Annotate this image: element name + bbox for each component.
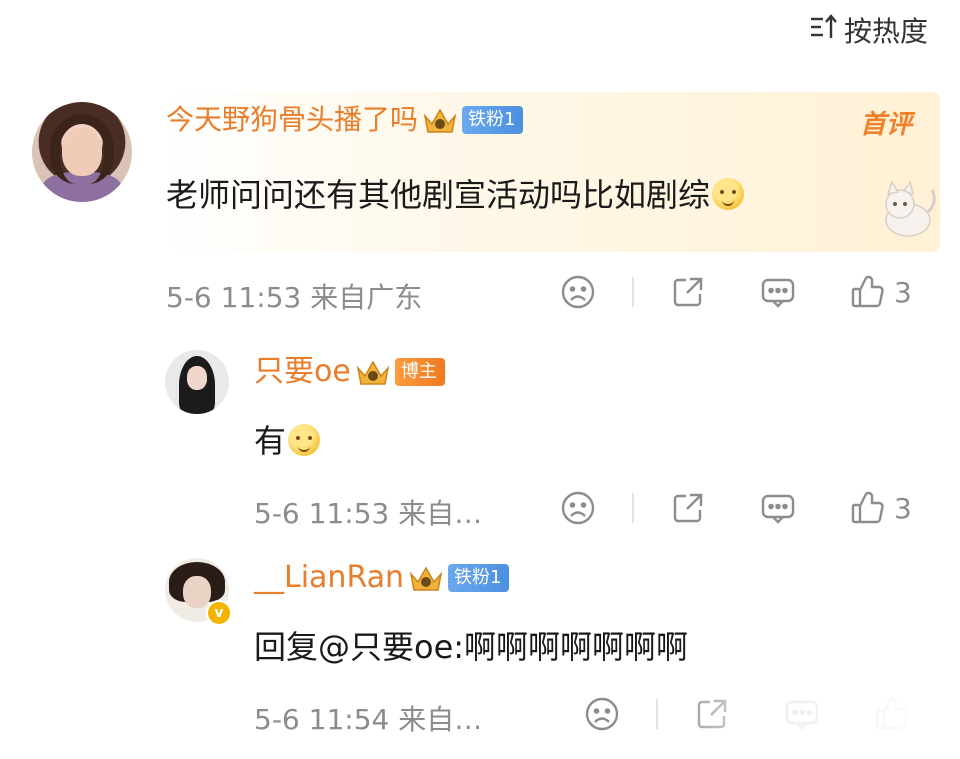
sad-face-icon[interactable] [560,490,596,526]
sort-by-hot-button[interactable]: 按热度 [808,10,928,50]
like-button[interactable]: 3 [850,274,912,310]
comment-header: 今天野狗骨头播了吗 铁粉1 [166,104,524,136]
first-comment-tag: 首评 [859,110,912,140]
comment-icon[interactable] [760,274,796,310]
reply-meta: 5-6 11:54 来自… [254,698,482,738]
crown-icon [422,106,458,134]
watermark-overlay [660,679,960,759]
reply-location: 来自… [398,703,483,736]
emoji-icon [288,424,321,456]
reply-meta: 5-6 11:53 来自… [254,492,482,532]
comment-text-row: 老师问问还有其他剧宣活动吗比如剧综 [166,170,745,216]
reply-text-row: 有 [254,416,321,462]
divider [632,493,634,523]
like-icon [850,274,886,310]
username[interactable]: 只要oe [254,356,351,388]
reply-text: 回复@只要oe:啊啊啊啊啊啊啊 [254,628,689,666]
emoji-icon [712,178,745,210]
fan-badge[interactable]: 铁粉1 [462,106,524,134]
username[interactable]: __LianRan [254,562,404,594]
like-count: 3 [894,275,912,309]
sort-label: 按热度 [843,15,928,48]
divider [632,277,634,307]
like-button[interactable]: 3 [850,490,912,526]
crown-icon [408,564,444,592]
crown-icon [355,358,391,386]
like-icon [850,490,886,526]
reply-time: 5-6 11:54 [254,703,390,736]
comment-meta: 5-6 11:53 来自广东 [166,276,422,316]
comment-icon[interactable] [760,490,796,526]
cat-sticker-icon [885,180,936,237]
username[interactable]: 今天野狗骨头播了吗 [166,104,418,136]
comment-location: 来自广东 [310,281,423,314]
like-count: 3 [894,491,912,525]
sad-face-icon[interactable] [584,696,620,732]
comment-text: 老师问问还有其他剧宣活动吗比如剧综 [166,176,711,214]
share-icon[interactable] [670,274,706,310]
share-icon[interactable] [670,490,706,526]
reply-header: __LianRan 铁粉1 [254,562,510,594]
fan-badge[interactable]: 铁粉1 [448,564,510,592]
reply-location: 来自… [398,497,483,530]
sad-face-icon[interactable] [560,274,596,310]
divider [656,699,658,729]
avatar[interactable] [32,102,132,202]
reply-text: 有 [254,422,287,460]
comment-actions: 3 [560,274,912,310]
blogger-badge[interactable]: 博主 [394,358,445,386]
sort-icon [808,12,838,49]
comment-time: 5-6 11:53 [166,281,302,314]
reply-actions: 3 [560,490,912,526]
verified-badge: v [206,600,232,626]
reply-header: 只要oe 博主 [254,356,445,388]
reply-time: 5-6 11:53 [254,497,390,530]
avatar[interactable] [165,350,229,414]
